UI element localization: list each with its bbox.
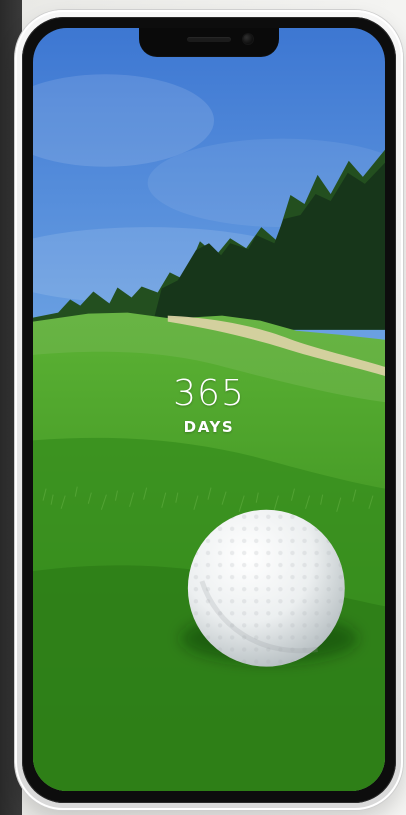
phone-notch <box>139 28 279 57</box>
day-counter: 365 DAYS <box>154 373 264 437</box>
phone-screen: 365 DAYS <box>33 28 385 791</box>
product-mockup-page: 365 DAYS <box>0 0 406 815</box>
phone-frame: 365 DAYS <box>15 10 403 810</box>
counter-label: DAYS <box>183 418 235 436</box>
phone-bezel: 365 DAYS <box>22 17 396 803</box>
counter-value: 365 <box>173 373 245 414</box>
speaker-grille <box>187 37 231 42</box>
front-camera-icon <box>243 34 253 44</box>
